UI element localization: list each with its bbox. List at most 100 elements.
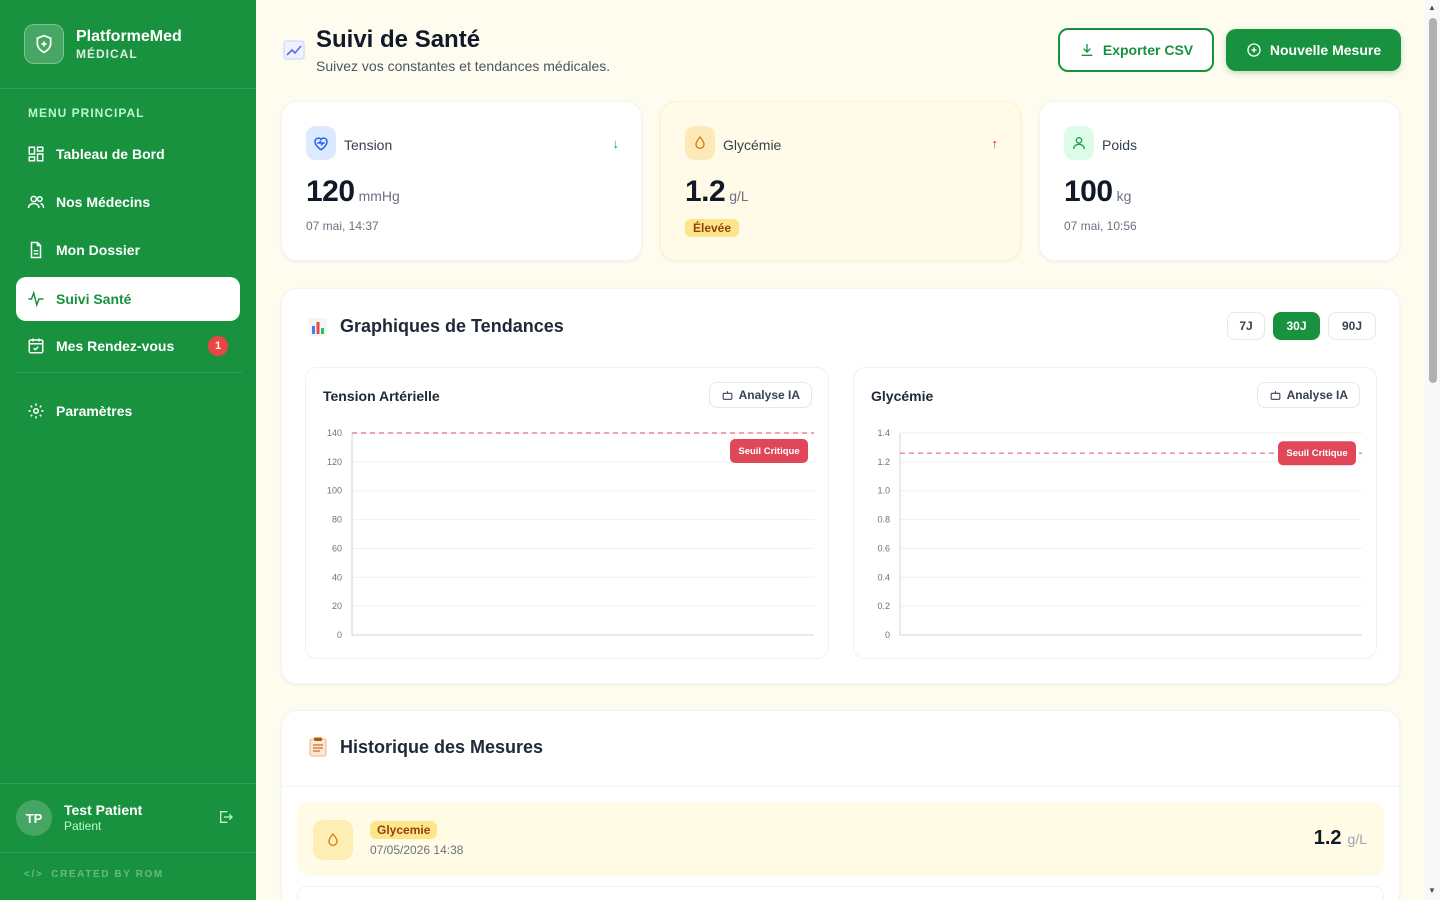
y-tick-label: 0.6 (877, 543, 890, 553)
divider (281, 786, 1400, 787)
activity-icon (27, 290, 45, 308)
calendar-icon (27, 337, 45, 355)
download-icon (1079, 42, 1095, 58)
user-profile[interactable]: TP Test Patient Patient (16, 800, 240, 836)
stat-label: Poids (1102, 137, 1138, 153)
ai-analysis-button[interactable]: Analyse IA (1256, 382, 1360, 408)
code-icon: </> (24, 869, 44, 880)
scroll-thumb[interactable] (1429, 18, 1437, 383)
robot-icon (1269, 389, 1282, 402)
notification-badge: 1 (208, 336, 228, 356)
plus-circle-icon (1246, 42, 1262, 58)
y-tick-label: 100 (327, 486, 342, 496)
trend-down-icon: ↓ (612, 136, 620, 151)
y-tick-label: 140 (327, 428, 342, 438)
new-measure-label: Nouvelle Mesure (1269, 42, 1382, 58)
y-tick-label: 0.8 (877, 515, 890, 525)
status-badge: Élevée (685, 219, 740, 237)
sidebar-item-doctors[interactable]: Nos Médecins (16, 180, 240, 224)
history-row[interactable] (297, 886, 1384, 900)
sidebar: PlatformeMed MÉDICAL MENU PRINCIPAL Tabl… (0, 0, 256, 900)
y-tick-label: 0.2 (877, 601, 890, 611)
chart-plot: 0 0.2 0.4 0.6 0.8 1.0 1.2 1.4 Seuil Critique (877, 428, 1362, 640)
drop-icon (313, 820, 353, 860)
range-30d-button[interactable]: 30J (1273, 312, 1320, 340)
user-name: Test Patient (64, 802, 143, 818)
page-subtitle: Suivez vos constantes et tendances médic… (316, 58, 611, 74)
stat-value: 120 mmHg (306, 175, 400, 209)
y-tick-label: 80 (332, 515, 342, 525)
divider (0, 88, 256, 89)
measure-number: 1.2 (1313, 827, 1342, 849)
measure-unit: g/L (1347, 831, 1367, 847)
credit-text: CREATED BY ROM (51, 869, 164, 880)
range-7d-button[interactable]: 7J (1227, 312, 1265, 340)
y-tick-label: 0 (885, 630, 890, 640)
range-90d-button[interactable]: 90J (1328, 312, 1376, 340)
y-tick-label: 1.0 (877, 486, 890, 496)
stat-number: 100 (1064, 175, 1113, 208)
sidebar-item-dashboard[interactable]: Tableau de Bord (16, 132, 240, 176)
brand-name: PlatformeMed (76, 28, 182, 45)
scroll-down-arrow[interactable]: ▼ (1428, 886, 1436, 895)
dashboard-icon (27, 145, 45, 163)
chart-title: Tension Artérielle (323, 388, 440, 404)
scrollbar[interactable]: ▲ ▼ (1425, 0, 1440, 900)
stat-unit: kg (1116, 188, 1132, 204)
divider (16, 372, 242, 373)
stat-card-tension[interactable]: Tension ↓ 120 mmHg 07 mai, 14:37 (281, 101, 642, 261)
history-row[interactable]: Glycemie 07/05/2026 14:38 1.2 g/L (297, 802, 1384, 876)
ai-analysis-button[interactable]: Analyse IA (708, 382, 812, 408)
stat-unit: mmHg (358, 188, 400, 204)
stat-card-glycemia[interactable]: Glycémie ↑ 1.2 g/L Élevée (660, 101, 1021, 261)
stat-label: Glycémie (723, 137, 782, 153)
chart-plot: 0 20 40 60 80 100 120 140 Seuil Critique (327, 428, 814, 640)
y-tick-label: 40 (332, 572, 342, 582)
sidebar-item-health[interactable]: Suivi Santé (16, 277, 240, 321)
export-csv-button[interactable]: Exporter CSV (1058, 28, 1214, 72)
measure-date: 07/05/2026 14:38 (370, 843, 464, 857)
chart-trend-icon (283, 40, 305, 60)
y-tick-label: 120 (327, 457, 342, 467)
gear-icon (27, 402, 45, 420)
trends-title: Graphiques de Tendances (340, 316, 564, 336)
drop-icon (685, 126, 715, 160)
sidebar-item-dossier[interactable]: Mon Dossier (16, 228, 240, 272)
stat-unit: g/L (729, 188, 749, 204)
trend-up-icon: ↑ (991, 136, 999, 151)
scroll-up-arrow[interactable]: ▲ (1428, 3, 1436, 12)
person-icon (1064, 126, 1094, 160)
threshold-label: Seuil Critique (738, 446, 799, 457)
divider (0, 783, 256, 784)
export-label: Exporter CSV (1102, 42, 1194, 58)
sidebar-item-label: Paramètres (56, 403, 133, 419)
menu-title: MENU PRINCIPAL (28, 106, 145, 120)
clipboard-icon (309, 737, 327, 757)
brand[interactable]: PlatformeMed MÉDICAL (24, 24, 182, 64)
brand-subtitle: MÉDICAL (76, 47, 138, 61)
stat-value: 1.2 g/L (685, 175, 749, 209)
y-tick-label: 60 (332, 543, 342, 553)
avatar: TP (16, 800, 52, 836)
threshold-label: Seuil Critique (1286, 448, 1347, 459)
chart-title: Glycémie (871, 388, 934, 404)
logout-icon[interactable] (218, 809, 234, 830)
users-icon (27, 193, 45, 211)
stat-date: 07 mai, 14:37 (306, 219, 379, 233)
sidebar-item-settings[interactable]: Paramètres (16, 389, 240, 433)
y-tick-label: 20 (332, 601, 342, 611)
ai-label: Analyse IA (738, 388, 800, 402)
measure-type-badge: Glycemie (370, 821, 438, 839)
y-tick-label: 0.4 (877, 572, 890, 582)
y-tick-label: 0 (337, 630, 342, 640)
chart-card-tension: 0 20 40 60 80 100 120 140 Seuil Critique Tension… (305, 367, 829, 659)
ai-label: Analyse IA (1286, 388, 1348, 402)
user-role: Patient (64, 819, 102, 833)
stat-card-weight[interactable]: Poids 100 kg 07 mai, 10:56 (1039, 101, 1400, 261)
y-tick-label: 1.2 (877, 457, 890, 467)
sidebar-item-appointments[interactable]: Mes Rendez-vous 1 (16, 324, 240, 368)
credit: </> CREATED BY ROM (24, 869, 164, 880)
sidebar-item-label: Nos Médecins (56, 194, 151, 210)
stat-label: Tension (344, 137, 393, 153)
new-measure-button[interactable]: Nouvelle Mesure (1226, 29, 1401, 71)
